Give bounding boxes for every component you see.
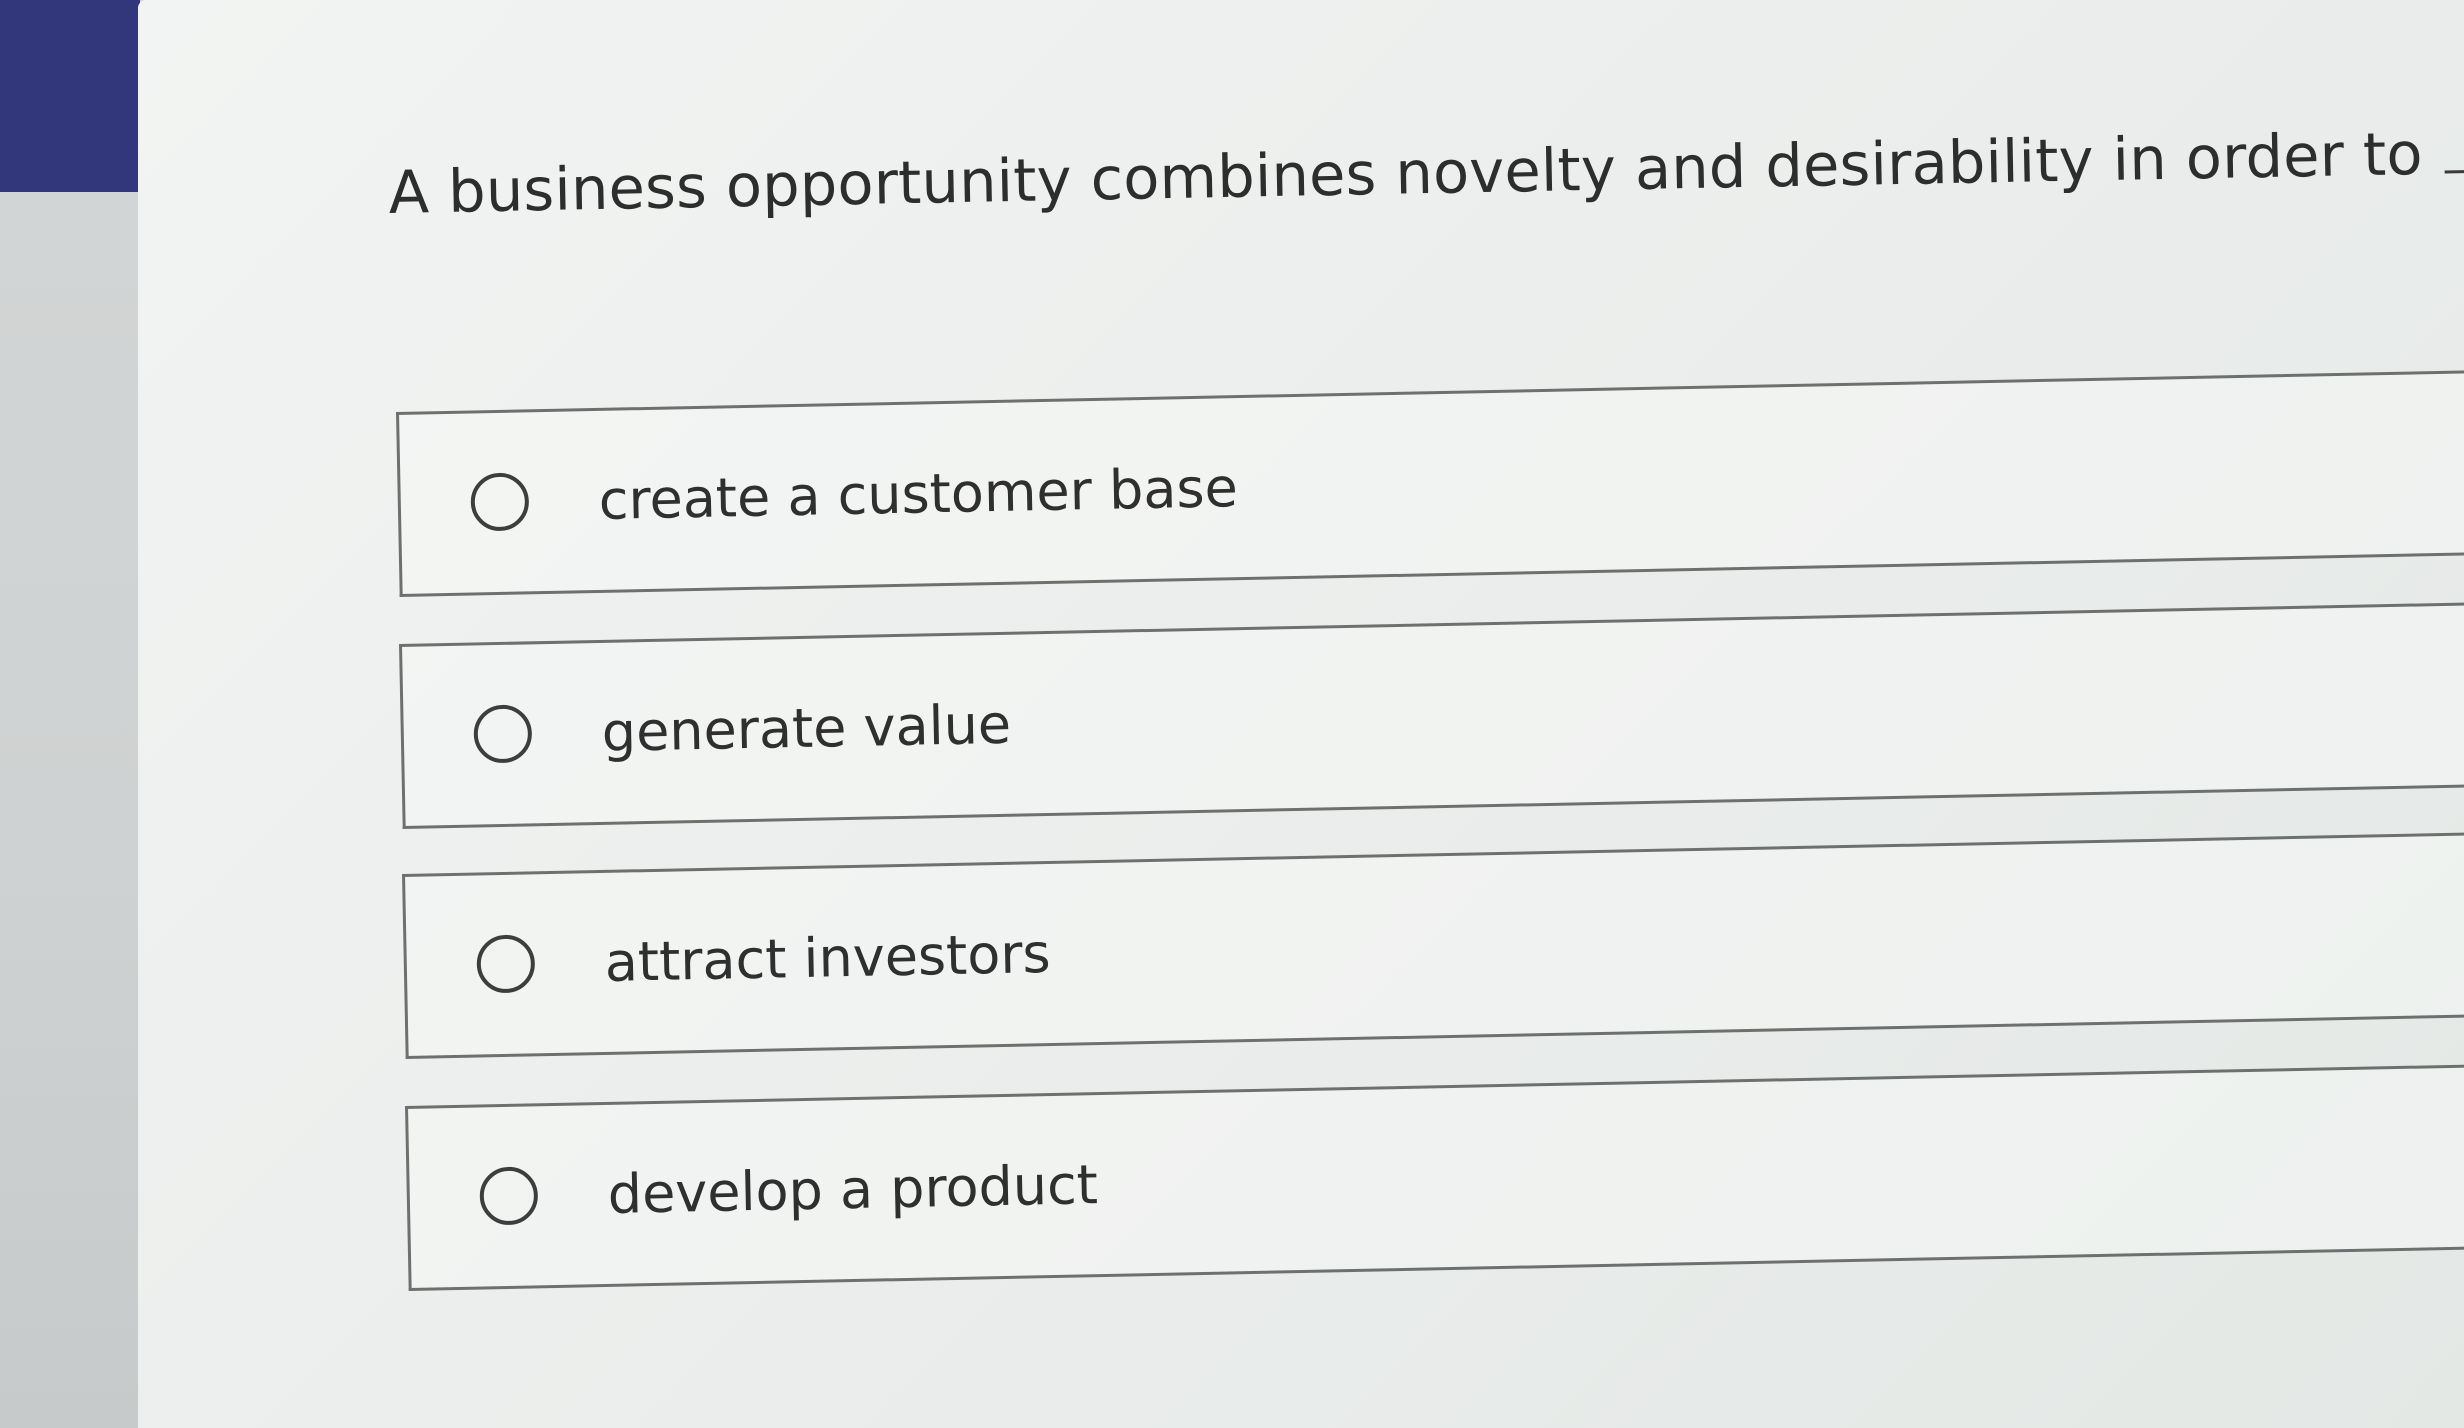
option-develop-a-product[interactable]: develop a product (405, 1063, 2464, 1291)
radio-button-icon[interactable] (476, 934, 536, 994)
option-attract-investors[interactable]: attract investors (402, 831, 2464, 1059)
option-label: generate value (601, 692, 1012, 764)
option-label: develop a product (607, 1153, 1099, 1226)
question-panel: A business opportunity combines novelty … (138, 0, 2464, 1428)
answer-options: create a customer base generate value at… (138, 0, 2464, 1428)
option-create-a-customer-base[interactable]: create a customer base (396, 369, 2464, 597)
radio-button-icon[interactable] (473, 704, 533, 764)
radio-button-icon[interactable] (479, 1166, 539, 1226)
option-label: create a customer base (598, 456, 1239, 532)
option-generate-value[interactable]: generate value (399, 601, 2464, 829)
radio-button-icon[interactable] (470, 472, 530, 532)
left-margin (0, 0, 150, 1428)
option-label: attract investors (604, 922, 1052, 994)
top-left-nav-block (0, 0, 140, 192)
